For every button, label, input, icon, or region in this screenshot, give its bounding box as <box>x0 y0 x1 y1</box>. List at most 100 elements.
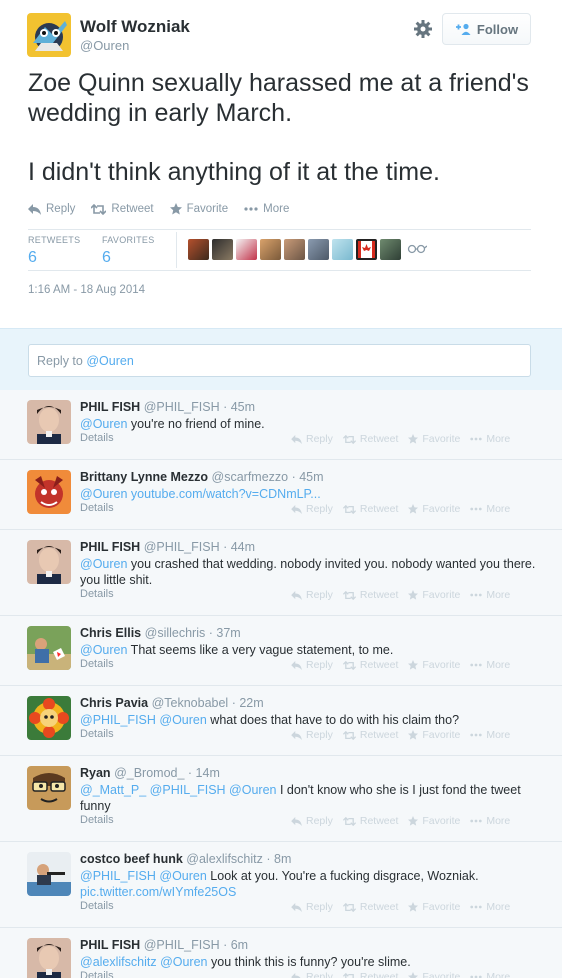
retweets-stat[interactable]: RETWEETS 6 <box>28 235 80 267</box>
favoriter-avatar[interactable] <box>308 239 329 260</box>
author-name[interactable]: Wolf Wozniak <box>80 17 190 37</box>
follow-button[interactable]: Follow <box>442 13 531 45</box>
favoriter-avatar[interactable] <box>356 239 377 260</box>
reply-tweet[interactable]: costco beef hunk @alexlifschitz · 8m @PHI… <box>0 842 562 928</box>
retweet-action[interactable]: Retweet <box>342 901 398 913</box>
author-handle[interactable]: @Ouren <box>80 38 129 53</box>
reply-mentions[interactable]: @PHIL_FISH @Ouren <box>80 869 207 883</box>
reply-author-handle[interactable]: @Teknobabel <box>152 696 229 710</box>
reply-details-link[interactable]: Details <box>80 432 114 444</box>
more-action[interactable]: More <box>470 971 510 978</box>
retweet-action[interactable]: Retweet <box>342 815 398 827</box>
reply-avatar[interactable] <box>27 626 71 670</box>
reply-author-name[interactable]: costco beef hunk <box>80 852 183 866</box>
reply-mentions[interactable]: @PHIL_FISH @Ouren <box>80 713 207 727</box>
more-action[interactable]: More <box>470 659 510 671</box>
reply-time[interactable]: · 14m <box>188 766 220 780</box>
reply-input[interactable]: Reply to @Ouren <box>28 344 531 377</box>
reply-author-handle[interactable]: @scarfmezzo <box>212 470 289 484</box>
reply-tweet[interactable]: Ryan @_Bromod_ · 14m @_Matt_P_ @PHIL_FISH… <box>0 756 562 842</box>
reply-details-link[interactable]: Details <box>80 814 114 826</box>
reply-mentions[interactable]: @Ouren <box>80 643 127 657</box>
favorite-action[interactable]: Favorite <box>408 971 460 978</box>
favoriter-avatar[interactable] <box>260 239 281 260</box>
favorite-action[interactable]: Favorite <box>408 729 460 741</box>
reply-time[interactable]: · 44m <box>223 540 255 554</box>
reply-time[interactable]: · 8m <box>266 852 291 866</box>
reply-avatar[interactable] <box>27 470 71 514</box>
reply-tweet[interactable]: PHIL FISH @PHIL_FISH · 45m @Ouren you're … <box>0 390 562 460</box>
retweet-action[interactable]: Retweet <box>342 589 398 601</box>
reply-link[interactable]: pic.twitter.com/wIYmfe25OS <box>80 885 236 899</box>
favoriter-avatar[interactable] <box>380 239 401 260</box>
reply-time[interactable]: · 22m <box>232 696 264 710</box>
reply-author-name[interactable]: Brittany Lynne Mezzo <box>80 470 208 484</box>
reply-time[interactable]: · 6m <box>223 938 248 952</box>
reply-author-handle[interactable]: @PHIL_FISH <box>144 540 220 554</box>
favoriter-avatar[interactable] <box>188 239 209 260</box>
reply-tweet[interactable]: Brittany Lynne Mezzo @scarfmezzo · 45m @O… <box>0 460 562 530</box>
reply-author-handle[interactable]: @PHIL_FISH <box>144 938 220 952</box>
favorite-action[interactable]: Favorite <box>408 815 460 827</box>
favorites-stat[interactable]: FAVORITES 6 <box>102 235 155 267</box>
more-action[interactable]: More <box>470 815 510 827</box>
reply-action[interactable]: Reply <box>291 433 333 445</box>
reply-mentions[interactable]: @Ouren <box>80 557 127 571</box>
favorite-action[interactable]: Favorite <box>169 203 228 215</box>
favorite-action[interactable]: Favorite <box>408 503 460 515</box>
more-action[interactable]: More <box>470 901 510 913</box>
gear-icon[interactable] <box>413 19 433 39</box>
retweet-action[interactable]: Retweet <box>342 503 398 515</box>
reply-details-link[interactable]: Details <box>80 658 114 670</box>
reply-action[interactable]: Reply <box>291 503 333 515</box>
reply-action[interactable]: Reply <box>291 729 333 741</box>
reply-action[interactable]: Reply <box>291 659 333 671</box>
reply-action[interactable]: Reply <box>28 203 75 215</box>
reply-avatar[interactable] <box>27 400 71 444</box>
favoriter-avatar[interactable] <box>212 239 233 260</box>
reply-author-name[interactable]: Chris Ellis <box>80 626 141 640</box>
favoriter-avatar[interactable] <box>236 239 257 260</box>
more-action[interactable]: More <box>470 433 510 445</box>
reply-mentions[interactable]: @Ouren <box>80 487 127 501</box>
more-action[interactable]: More <box>244 203 289 215</box>
reply-author-handle[interactable]: @_Bromod_ <box>114 766 184 780</box>
reply-link[interactable]: youtube.com/watch?v=CDNmLP... <box>127 487 321 501</box>
retweet-action[interactable]: Retweet <box>342 433 398 445</box>
reply-action[interactable]: Reply <box>291 815 333 827</box>
reply-author-handle[interactable]: @sillechris <box>145 626 206 640</box>
reply-action[interactable]: Reply <box>291 901 333 913</box>
more-favoriters-icon[interactable] <box>407 241 428 259</box>
favorite-action[interactable]: Favorite <box>408 901 460 913</box>
reply-avatar[interactable] <box>27 696 71 740</box>
reply-details-link[interactable]: Details <box>80 502 114 514</box>
reply-tweet[interactable]: PHIL FISH @PHIL_FISH · 6m @alexlifschitz … <box>0 928 562 978</box>
reply-mentions[interactable]: @alexlifschitz @Ouren <box>80 955 208 969</box>
reply-details-link[interactable]: Details <box>80 900 114 912</box>
reply-avatar[interactable] <box>27 540 71 584</box>
reply-action[interactable]: Reply <box>291 971 333 978</box>
favorite-action[interactable]: Favorite <box>408 659 460 671</box>
more-action[interactable]: More <box>470 589 510 601</box>
reply-time[interactable]: · 45m <box>223 400 255 414</box>
reply-details-link[interactable]: Details <box>80 588 114 600</box>
reply-author-name[interactable]: PHIL FISH <box>80 938 140 952</box>
retweet-action[interactable]: Retweet <box>91 203 154 215</box>
reply-time[interactable]: · 37m <box>209 626 241 640</box>
retweet-action[interactable]: Retweet <box>342 971 398 978</box>
author-avatar[interactable] <box>27 13 71 57</box>
more-action[interactable]: More <box>470 729 510 741</box>
reply-author-handle[interactable]: @PHIL_FISH <box>144 400 220 414</box>
reply-details-link[interactable]: Details <box>80 728 114 740</box>
more-action[interactable]: More <box>470 503 510 515</box>
reply-details-link[interactable]: Details <box>80 970 114 978</box>
reply-author-name[interactable]: Chris Pavia <box>80 696 148 710</box>
favorite-action[interactable]: Favorite <box>408 589 460 601</box>
tweet-timestamp[interactable]: 1:16 AM - 18 Aug 2014 <box>28 284 145 296</box>
reply-tweet[interactable]: PHIL FISH @PHIL_FISH · 44m @Ouren you cra… <box>0 530 562 616</box>
favoriter-avatar[interactable] <box>332 239 353 260</box>
reply-tweet[interactable]: Chris Ellis @sillechris · 37m @Ouren That… <box>0 616 562 686</box>
reply-action[interactable]: Reply <box>291 589 333 601</box>
favoriter-avatar[interactable] <box>284 239 305 260</box>
reply-avatar[interactable] <box>27 766 71 810</box>
